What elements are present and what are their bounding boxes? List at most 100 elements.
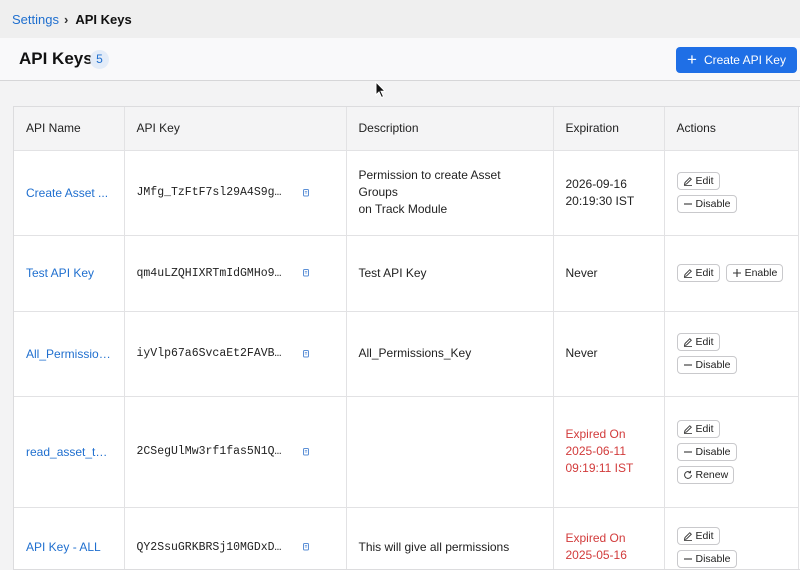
edit-button[interactable]: Edit <box>676 419 720 438</box>
api-name-cell: API Key - ALL <box>14 507 125 569</box>
expiration-line: 2025-05-16 <box>565 548 627 562</box>
breadcrumb-separator: › <box>63 11 69 27</box>
breadcrumb-current: API Keys <box>75 11 132 27</box>
minus-icon <box>683 450 692 453</box>
page-header: API Keys 5 + Create API Key <box>0 38 800 81</box>
description-cell: Test API Key <box>346 235 554 312</box>
count-badge: 5 <box>90 50 109 69</box>
disable-button[interactable]: Disable <box>676 549 737 568</box>
api-key-cell: JMfg_TzFtF7sl29A4S9g6... <box>124 150 347 236</box>
table-row: API Key - ALL QY2SsuGRKBRSj10MGDxDX... Thi… <box>14 507 799 569</box>
action-row: Edit <box>676 419 786 438</box>
enable-button[interactable]: Enable <box>725 264 784 282</box>
minus-icon <box>683 557 692 560</box>
disable-label: Disable <box>695 198 731 210</box>
column-header: API Key <box>124 107 347 151</box>
edit-label: Edit <box>695 336 714 348</box>
edit-label: Edit <box>695 175 714 187</box>
api-key-value: QY2SsuGRKBRSj10MGDxDX... <box>136 540 287 554</box>
actions-cell: Edit Enable <box>664 235 799 312</box>
renew-label: Renew <box>695 468 729 481</box>
copy-icon[interactable] <box>301 447 311 457</box>
copy-icon[interactable] <box>301 349 311 359</box>
description-cell: This will give all permissions <box>346 507 554 569</box>
description-line: Test API Key <box>358 265 427 280</box>
description-line: All_Permissions_Key <box>358 346 472 360</box>
edit-button[interactable]: Edit <box>676 333 720 351</box>
column-header: Expiration <box>553 107 665 151</box>
action-row: Disable <box>676 356 786 374</box>
expiration-line: Expired On <box>565 531 626 545</box>
plus-icon: + <box>687 50 697 69</box>
expiration-line: Expired On <box>565 427 626 441</box>
expiration-line: 2026-09-16 <box>565 176 627 191</box>
expiration-cell: Never <box>553 235 665 312</box>
pencil-icon <box>683 177 692 186</box>
action-row: Disable <box>676 195 786 213</box>
action-row: Edit <box>676 172 786 190</box>
minus-icon <box>683 364 692 366</box>
api-name-link[interactable]: Test API Key <box>26 266 112 280</box>
disable-button[interactable]: Disable <box>676 356 737 374</box>
pencil-icon <box>683 338 692 347</box>
create-api-key-label: Create API Key <box>703 53 786 67</box>
create-api-key-button[interactable]: + Create API Key <box>676 47 797 73</box>
copy-icon[interactable] <box>301 542 311 552</box>
api-name-link[interactable]: read_asset_type <box>26 445 112 459</box>
plus-icon <box>732 269 741 277</box>
pencil-icon <box>683 424 692 434</box>
description-line: on Track Module <box>358 202 448 216</box>
expiration-line: 20:19:30 IST <box>565 193 635 208</box>
api-key-cell: iyVlp67a6SvcaEt2FAVBF... <box>124 311 347 397</box>
actions-cell: Edit Disable Renew <box>664 396 799 508</box>
edit-label: Edit <box>695 267 714 279</box>
action-row: Edit <box>676 333 786 351</box>
minus-icon <box>683 203 692 205</box>
description-cell: Permission to create Asset Groups on Trac… <box>346 150 554 236</box>
api-name-cell: read_asset_type <box>14 396 125 508</box>
api-key-cell: qm4uLZQHIXRTmIdGMHo9K... <box>124 235 347 312</box>
table-row: read_asset_type 2CSegUlMw3rf1fas5N1Qz... E… <box>14 396 799 508</box>
edit-label: Edit <box>695 529 714 542</box>
api-name-link[interactable]: Create Asset ... <box>26 186 112 200</box>
breadcrumb-settings-link[interactable]: Settings <box>12 12 59 27</box>
edit-button[interactable]: Edit <box>676 526 720 545</box>
action-row: Disable <box>676 442 786 461</box>
table-row: Test API Key qm4uLZQHIXRTmIdGMHo9K... Test… <box>14 235 799 312</box>
description-line: This will give all permissions <box>358 539 510 554</box>
api-name-link[interactable]: API Key - ALL <box>26 540 112 554</box>
disable-label: Disable <box>695 359 731 371</box>
description-cell <box>346 396 554 508</box>
table-header-row: API Name API Key Description Expiration … <box>14 107 799 151</box>
table-row: All_Permission... iyVlp67a6SvcaEt2FAVBF..… <box>14 311 799 397</box>
expiration-line: Never <box>565 346 598 360</box>
api-name-cell: Test API Key <box>14 235 125 312</box>
api-name-cell: Create Asset ... <box>14 150 125 236</box>
edit-button[interactable]: Edit <box>676 264 720 282</box>
breadcrumb: Settings › API Keys <box>0 0 800 38</box>
api-key-cell: 2CSegUlMw3rf1fas5N1Qz... <box>124 396 347 508</box>
actions-cell: Edit Disable <box>664 311 799 397</box>
expiration-line: 09:19:11 IST <box>565 461 634 475</box>
table-row: Create Asset ... JMfg_TzFtF7sl29A4S9g6...… <box>14 150 799 236</box>
action-row: Edit <box>676 526 786 545</box>
copy-icon[interactable] <box>301 188 311 198</box>
mouse-cursor-icon <box>375 81 387 99</box>
description-line: Permission to create Asset Groups <box>358 168 501 199</box>
expiration-cell: Expired On 2025-06-11 09:19:11 IST <box>553 396 665 508</box>
disable-button[interactable]: Disable <box>676 442 737 461</box>
api-key-value: iyVlp67a6SvcaEt2FAVBF... <box>136 347 287 360</box>
enable-label: Enable <box>744 267 778 279</box>
page-title: API Keys <box>19 49 93 68</box>
expiration-cell: Expired On 2025-05-16 <box>553 507 665 569</box>
disable-button[interactable]: Disable <box>676 195 737 213</box>
edit-button[interactable]: Edit <box>676 172 720 190</box>
expiration-line: Never <box>565 265 598 280</box>
copy-icon[interactable] <box>301 268 311 278</box>
pencil-icon <box>683 269 692 278</box>
action-row: Disable <box>676 549 786 568</box>
renew-button[interactable]: Renew <box>676 465 735 484</box>
column-header: Actions <box>664 107 799 151</box>
actions-cell: Edit Disable <box>664 507 799 569</box>
api-name-link[interactable]: All_Permission... <box>26 347 112 361</box>
